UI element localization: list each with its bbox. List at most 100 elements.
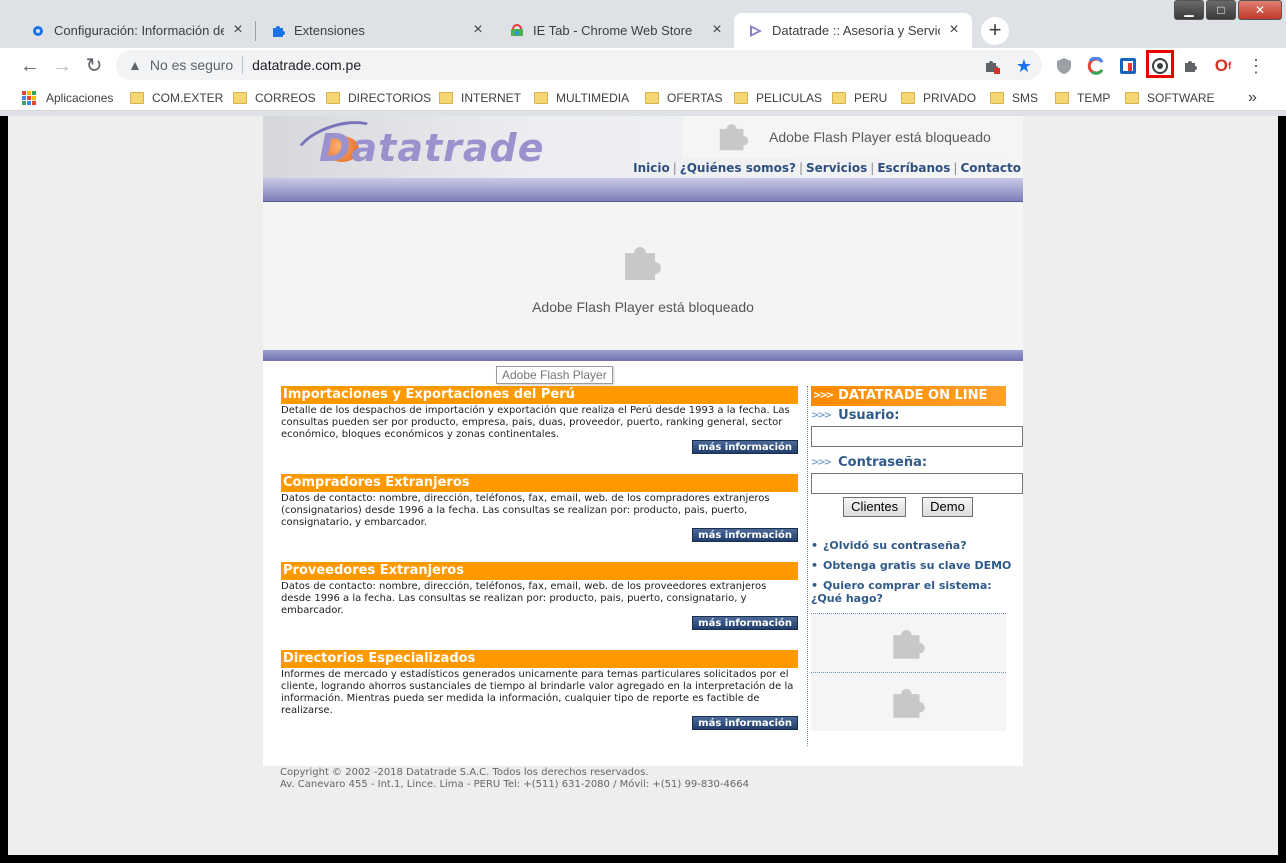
flash-blocked-box[interactable] xyxy=(811,614,1006,672)
more-info-button[interactable]: más información xyxy=(692,716,798,730)
close-icon[interactable]: × xyxy=(709,21,725,39)
nav-contacto[interactable]: Contacto xyxy=(960,161,1021,175)
nav-quienes-somos[interactable]: ¿Quiénes somos? xyxy=(680,161,796,175)
bookmark-folder[interactable]: TEMP xyxy=(1055,88,1110,108)
bookmark-label: CORREOS xyxy=(255,91,316,105)
tab-webstore[interactable]: IE Tab - Chrome Web Store × xyxy=(495,13,735,48)
bookmarks-overflow-button[interactable]: » xyxy=(1248,88,1257,108)
buy-system-link[interactable]: • Quiero comprar el sistema: ¿Qué hago? xyxy=(811,579,1011,605)
username-input[interactable] xyxy=(811,426,1023,447)
close-window-button[interactable]: ✕ xyxy=(1238,0,1282,20)
bookmark-folder[interactable]: INTERNET xyxy=(439,88,521,108)
tab-datatrade[interactable]: Datatrade :: Asesoría y Servicios d × xyxy=(734,13,972,48)
nav-separator: | xyxy=(870,161,875,175)
more-info-button[interactable]: más información xyxy=(692,616,798,630)
forward-button[interactable]: → xyxy=(49,53,75,79)
tab-extensions[interactable]: Extensiones × xyxy=(256,13,496,48)
online-links: • ¿Olvidó su contraseña? • Obtenga gratis … xyxy=(811,539,1023,605)
bookmark-label: PERU xyxy=(854,91,888,105)
demo-key-link[interactable]: • Obtenga gratis su clave DEMO xyxy=(811,559,1023,572)
address-bar[interactable]: ▲ No es seguro datatrade.com.pe xyxy=(116,50,1042,80)
section-body: Datos de contacto: nombre, dirección, te… xyxy=(281,493,770,528)
forgot-password-link[interactable]: • ¿Olvidó su contraseña? xyxy=(811,539,1023,552)
new-tab-button[interactable]: + xyxy=(981,17,1009,45)
link-text: Quiero comprar el sistema: ¿Qué hago? xyxy=(811,579,992,605)
tab-title: Datatrade :: Asesoría y Servicios d xyxy=(772,23,940,38)
tab-settings[interactable]: Configuración: Información de Ch × xyxy=(16,13,256,48)
bookmark-label: DIRECTORIOS xyxy=(348,91,432,105)
close-icon[interactable]: × xyxy=(946,21,962,39)
minimize-button[interactable]: ▁ xyxy=(1174,0,1204,20)
folder-icon xyxy=(1055,92,1069,104)
flash-blocked-main[interactable]: Adobe Flash Player está bloqueado xyxy=(263,202,1023,350)
chevrons-icon: >>> xyxy=(811,410,832,421)
nav-separator: | xyxy=(953,161,958,175)
folder-icon xyxy=(832,92,846,104)
extensions-puzzle-icon[interactable] xyxy=(1180,55,1202,77)
tab-title: Extensiones xyxy=(294,23,365,38)
more-info-button[interactable]: más información xyxy=(692,440,798,454)
bookmark-folder[interactable]: PERU xyxy=(832,88,887,108)
puzzle-icon xyxy=(270,23,286,39)
bookmark-label: OFERTAS xyxy=(667,91,723,105)
bookmark-label: SMS xyxy=(1012,91,1039,105)
puzzle-icon xyxy=(892,688,925,718)
webstore-icon xyxy=(509,23,525,39)
password-input[interactable] xyxy=(811,473,1023,494)
bookmark-folder[interactable]: DIRECTORIOS xyxy=(326,88,431,108)
section-title[interactable]: Proveedores Extranjeros xyxy=(281,562,798,580)
close-icon[interactable]: × xyxy=(470,21,486,39)
section-title[interactable]: Compradores Extranjeros xyxy=(281,474,798,492)
tooltip: Adobe Flash Player xyxy=(496,366,613,384)
folder-icon xyxy=(990,92,1004,104)
bookmark-folder[interactable]: COM.EXTER xyxy=(130,88,223,108)
flash-blocked-box[interactable] xyxy=(811,673,1006,731)
folder-icon xyxy=(534,92,548,104)
bookmark-apps[interactable]: Aplicaciones xyxy=(22,88,113,108)
bookmark-folder[interactable]: PELICULAS xyxy=(734,88,822,108)
shield-icon[interactable] xyxy=(1053,55,1075,77)
bookmark-folder[interactable]: OFERTAS xyxy=(645,88,723,108)
section-title[interactable]: Directorios Especializados xyxy=(281,650,798,668)
nav-escribanos[interactable]: Escríbanos xyxy=(877,161,950,175)
bookmark-folder[interactable]: SMS xyxy=(990,88,1038,108)
folder-icon xyxy=(233,92,247,104)
folder-icon xyxy=(130,92,144,104)
office-icon[interactable]: Of xyxy=(1212,55,1234,77)
site-logo[interactable]: Datatrade xyxy=(319,126,545,170)
trello-icon[interactable] xyxy=(1117,55,1139,77)
nav-separator: | xyxy=(672,161,677,175)
back-button[interactable]: ← xyxy=(17,53,43,79)
flash-blocked-banner[interactable]: Adobe Flash Player está bloqueado xyxy=(683,116,1023,158)
bookmark-folder[interactable]: CORREOS xyxy=(233,88,316,108)
folder-icon xyxy=(734,92,748,104)
apps-grid-icon xyxy=(22,91,36,105)
blocked-plugin-icon[interactable] xyxy=(981,55,1003,77)
folder-icon xyxy=(1125,92,1139,104)
tab-strip: Configuración: Información de Ch × Exten… xyxy=(0,0,1286,48)
nav-separator: | xyxy=(798,161,804,175)
ccleaner-icon[interactable] xyxy=(1085,55,1107,77)
site-footer: Copyright © 2002 -2018 Datatrade S.A.C. … xyxy=(280,767,749,791)
bookmark-folder[interactable]: SOFTWARE xyxy=(1125,88,1215,108)
bookmark-folder[interactable]: PRIVADO xyxy=(901,88,976,108)
online-login-panel: >>> DATATRADE ON LINE >>> Usuario: >>> C… xyxy=(811,386,1023,731)
bookmarks-bar: Aplicaciones COM.EXTER CORREOS DIRECTORI… xyxy=(0,84,1286,111)
header-band xyxy=(263,178,1023,202)
nav-servicios[interactable]: Servicios xyxy=(806,161,867,175)
nav-inicio[interactable]: Inicio xyxy=(633,161,670,175)
folder-icon xyxy=(645,92,659,104)
clients-button[interactable]: Clientes xyxy=(843,497,907,517)
site-header: Datatrade Adobe Flash Player está bloque… xyxy=(263,116,1023,183)
reload-button[interactable]: ↻ xyxy=(81,53,107,79)
bookmark-folder[interactable]: MULTIMEDIA xyxy=(534,88,629,108)
bookmark-star-icon[interactable]: ★ xyxy=(1013,55,1035,77)
close-icon[interactable]: × xyxy=(230,21,246,39)
section-title[interactable]: Importaciones y Exportaciones del Perú xyxy=(281,386,798,404)
demo-button[interactable]: Demo xyxy=(922,497,973,517)
menu-dots-icon[interactable]: ⋮ xyxy=(1245,55,1267,77)
link-text: ¿Olvidó su contraseña? xyxy=(823,539,967,552)
more-info-button[interactable]: más información xyxy=(692,528,798,542)
maximize-button[interactable]: □ xyxy=(1206,0,1236,20)
warning-icon[interactable]: ▲ xyxy=(128,57,142,73)
